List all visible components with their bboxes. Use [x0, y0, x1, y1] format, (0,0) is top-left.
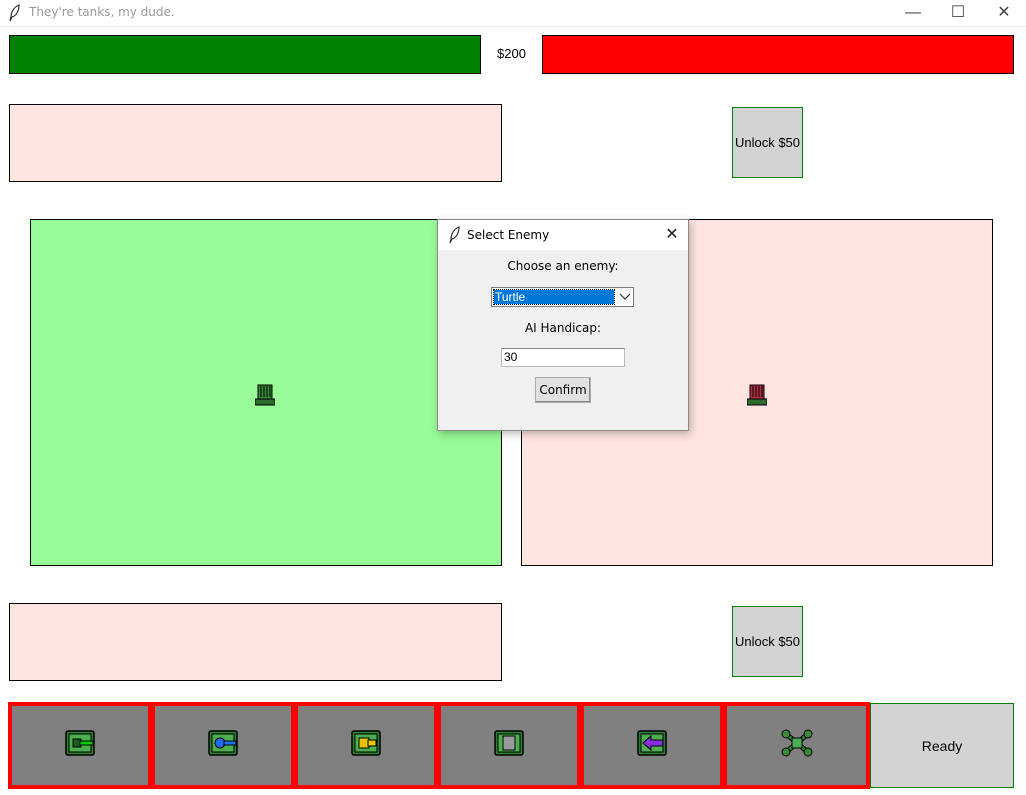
unit-button-yellow-tank[interactable] — [294, 702, 438, 789]
dialog-close-button[interactable]: ✕ — [659, 223, 685, 247]
unit-button-gray-tank[interactable] — [437, 702, 581, 789]
yellow-cannon-tank-icon — [351, 730, 381, 761]
top-unit-slot — [9, 104, 502, 182]
unit-button-blue-tank[interactable] — [151, 702, 295, 789]
cross-drone-tank-icon — [781, 729, 813, 762]
ready-button[interactable]: Ready — [870, 703, 1014, 788]
close-button[interactable]: ✕ — [981, 0, 1026, 27]
feather-icon — [448, 226, 462, 244]
enemy-health-bar — [542, 35, 1014, 74]
select-enemy-dialog: Select Enemy ✕ Choose an enemy: Turtle A… — [437, 219, 689, 431]
choose-enemy-label: Choose an enemy: — [507, 259, 619, 273]
bottom-unit-slot — [9, 603, 502, 681]
player-base-tank-icon — [254, 384, 276, 406]
maximize-button[interactable]: ☐ — [935, 0, 981, 27]
money-label: $200 — [497, 46, 526, 61]
blue-cannon-tank-icon — [208, 730, 238, 761]
ai-handicap-label: AI Handicap: — [524, 321, 602, 335]
unit-button-drone[interactable] — [723, 702, 870, 789]
green-cannon-tank-icon — [65, 730, 95, 761]
minimize-button[interactable]: — — [890, 0, 936, 27]
enemy-base-tank-icon — [746, 384, 768, 406]
confirm-button[interactable]: Confirm — [535, 377, 591, 403]
unlock-top-button[interactable]: Unlock $50 — [732, 107, 803, 178]
unlock-bottom-button[interactable]: Unlock $50 — [732, 606, 803, 677]
enemy-select-value: Turtle — [493, 289, 615, 305]
dialog-title: Select Enemy — [467, 228, 550, 242]
gray-armored-tank-icon — [494, 730, 524, 761]
window-title: They're tanks, my dude. — [29, 5, 175, 19]
enemy-select[interactable]: Turtle — [491, 287, 634, 307]
feather-icon — [8, 4, 22, 22]
ai-handicap-input[interactable]: 30 — [501, 348, 625, 367]
chevron-down-icon[interactable] — [617, 288, 633, 306]
unit-button-purple-tank[interactable] — [580, 702, 724, 789]
player-health-bar — [9, 35, 481, 74]
unit-button-green-tank[interactable] — [8, 702, 152, 789]
purple-arrow-tank-icon — [637, 730, 667, 761]
